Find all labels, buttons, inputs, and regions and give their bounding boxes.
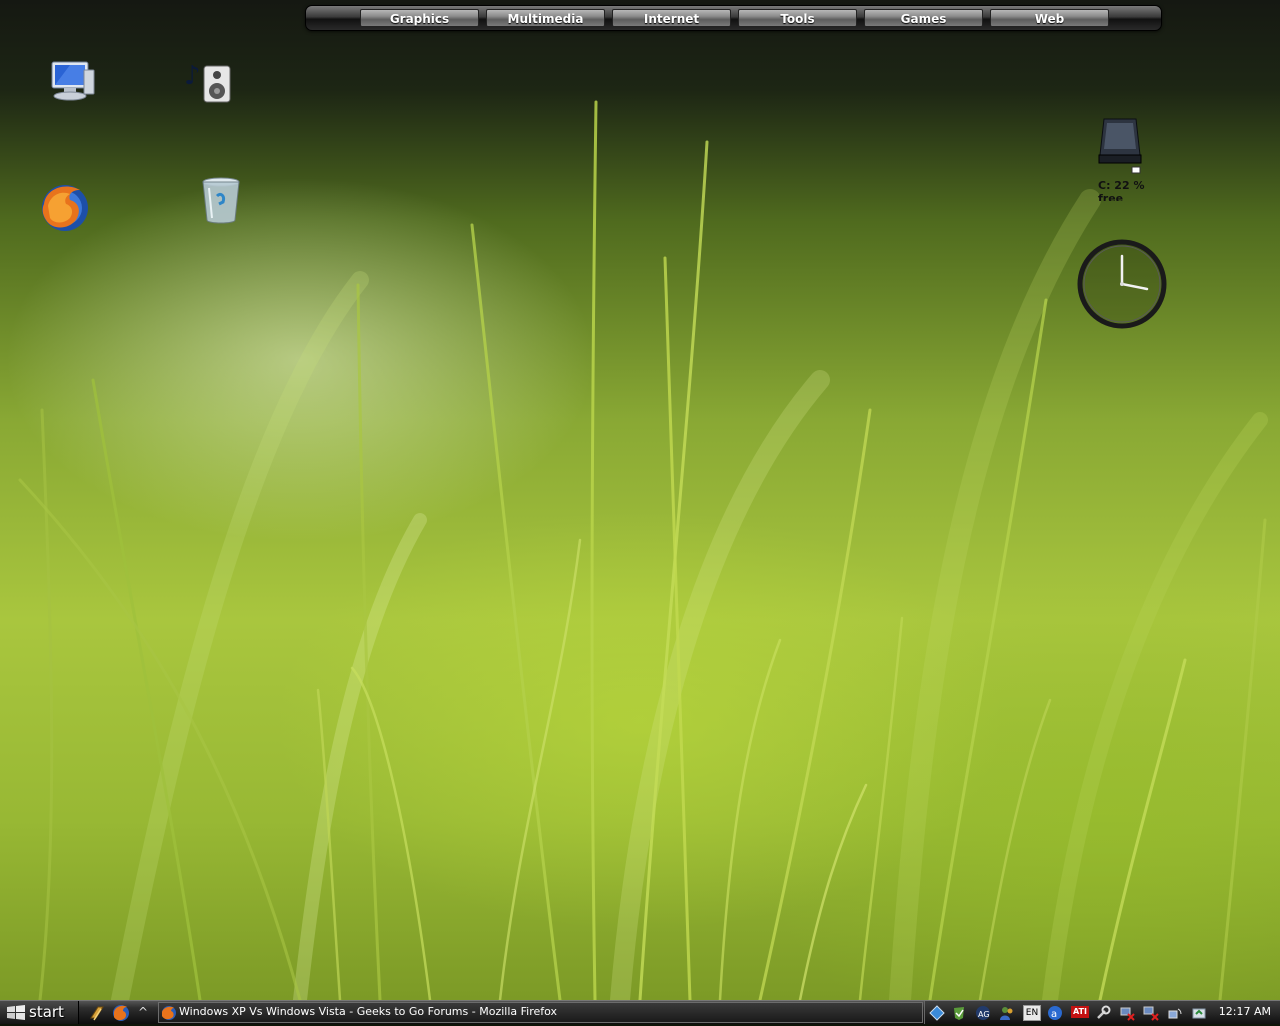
audio-player-icon[interactable]: ♪	[182, 54, 238, 110]
grass-blades	[18, 100, 1268, 1000]
show-desktop-icon[interactable]	[88, 1004, 106, 1022]
system-tray: AG EN a ATI 12:17 AM	[924, 1001, 1280, 1024]
my-computer-icon[interactable]	[44, 56, 100, 112]
recycle-bin-icon[interactable]	[195, 174, 251, 230]
antivirus-icon[interactable]: AG	[975, 1005, 991, 1021]
language-indicator[interactable]: EN	[1023, 1005, 1041, 1021]
firefox-icon[interactable]	[38, 180, 94, 236]
desktop-wallpaper	[0, 0, 1280, 1000]
drive-space-gadget[interactable]: C: 22 % free	[1094, 115, 1158, 205]
users-icon[interactable]	[999, 1005, 1015, 1021]
svg-text:a: a	[1051, 1009, 1057, 1020]
ati-catalyst-icon[interactable]: ATI	[1071, 1006, 1089, 1018]
clock-face-icon	[1077, 239, 1167, 329]
drive-free-space-label: C: 22 % free	[1098, 179, 1145, 201]
svg-text:♪: ♪	[184, 61, 201, 91]
taskbar-window-button[interactable]: Windows XP Vs Windows Vista - Geeks to G…	[158, 1002, 923, 1023]
network-disconnected-2-icon[interactable]	[1143, 1005, 1159, 1021]
network-diamond-icon[interactable]	[929, 1005, 945, 1021]
firefox-icon	[162, 1006, 176, 1020]
start-label: start	[29, 1003, 64, 1021]
wireless-icon[interactable]	[1167, 1005, 1183, 1021]
launcher-tools-button[interactable]: Tools	[738, 9, 857, 27]
launcher-games-button[interactable]: Games	[864, 9, 983, 27]
svg-text:AG: AG	[978, 1010, 990, 1019]
launcher-bar: Graphics Multimedia Internet Tools Games…	[305, 5, 1162, 31]
launcher-web-button[interactable]: Web	[990, 9, 1109, 27]
messenger-icon[interactable]: a	[1047, 1005, 1063, 1021]
tools-icon[interactable]	[1095, 1005, 1111, 1021]
safely-remove-hardware-icon[interactable]	[1191, 1005, 1207, 1021]
taskbar-clock[interactable]: 12:17 AM	[1219, 1005, 1271, 1018]
expand-quick-launch-icon[interactable]: ^	[137, 1004, 149, 1022]
quick-launch-firefox-icon[interactable]	[112, 1004, 130, 1022]
network-disconnected-icon[interactable]	[1119, 1005, 1135, 1021]
launcher-graphics-button[interactable]: Graphics	[360, 9, 479, 27]
launcher-internet-button[interactable]: Internet	[612, 9, 731, 27]
taskbar-window-title: Windows XP Vs Windows Vista - Geeks to G…	[179, 1005, 558, 1018]
start-button[interactable]: start	[0, 1001, 79, 1024]
launcher-multimedia-button[interactable]: Multimedia	[486, 9, 605, 27]
hard-drive-icon	[1098, 118, 1142, 174]
security-shield-icon[interactable]	[951, 1005, 967, 1021]
analog-clock-gadget[interactable]	[1077, 239, 1167, 329]
windows-logo-icon	[7, 1005, 25, 1020]
taskbar: start ^ Windows XP Vs Windows Vista - Ge…	[0, 1000, 1280, 1024]
